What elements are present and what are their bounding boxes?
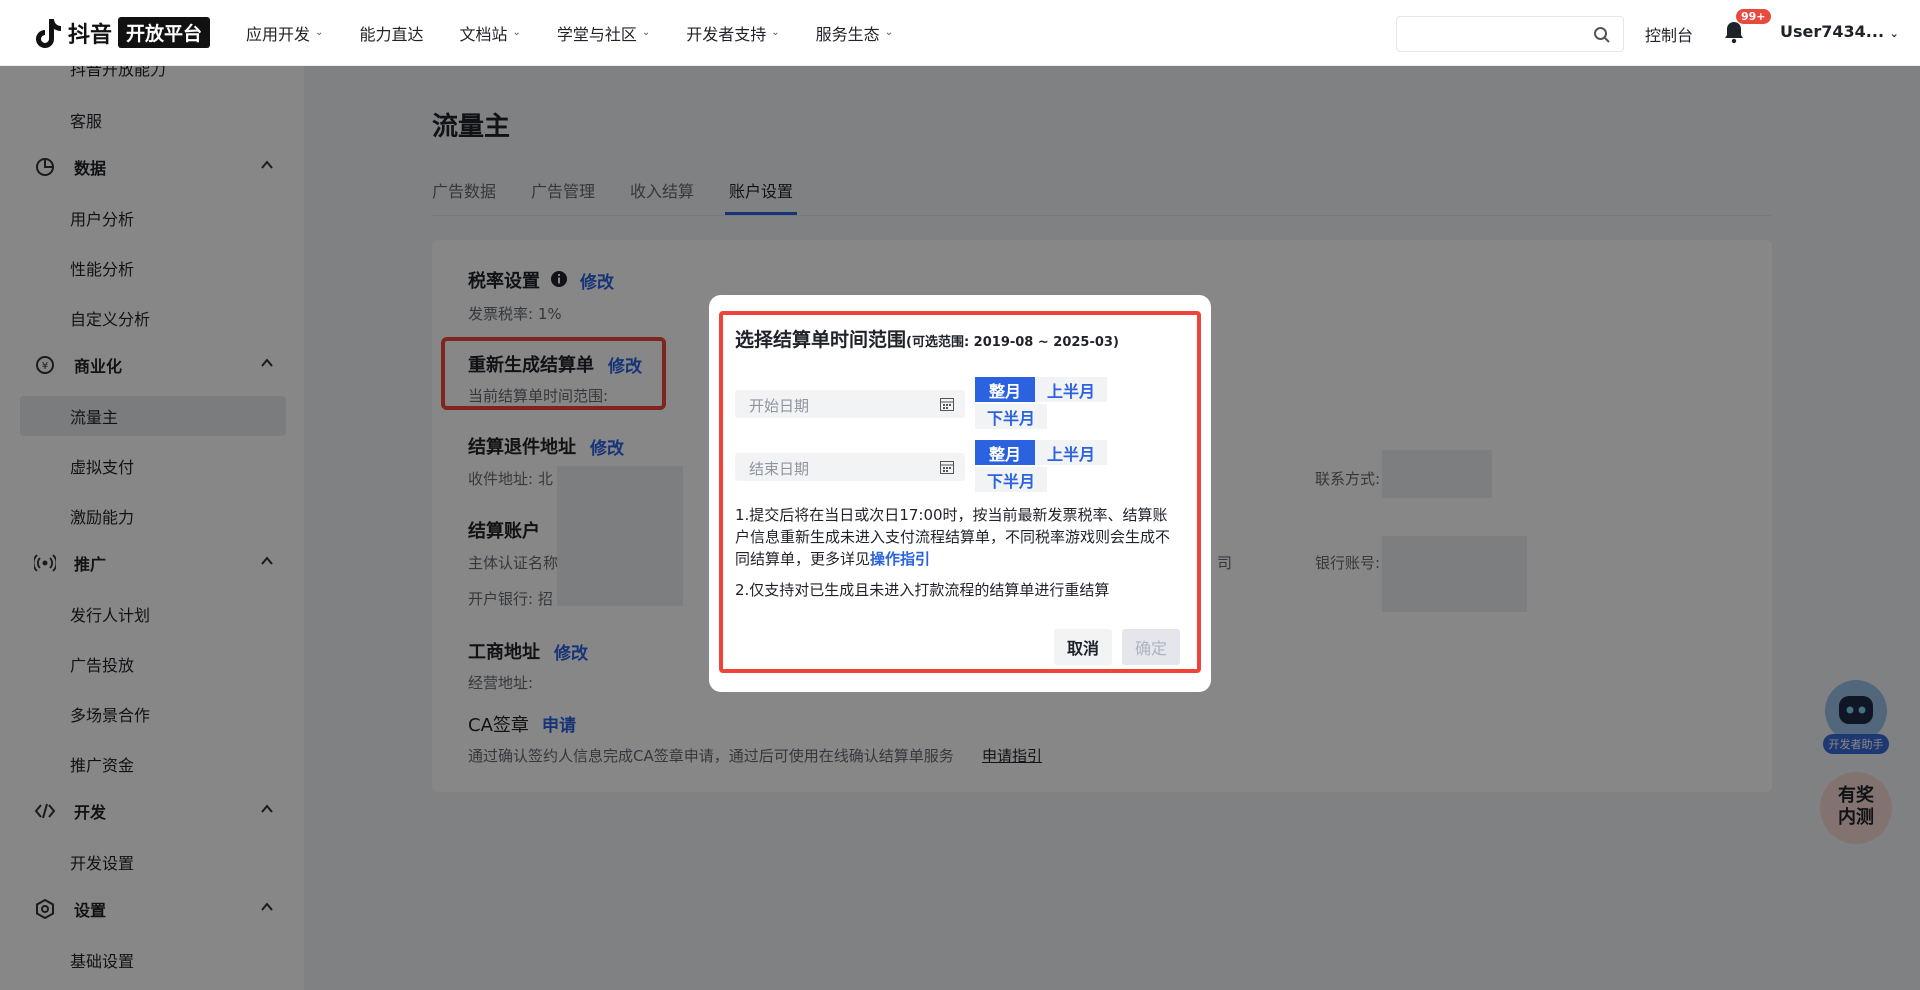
- chevron-down-icon: ⌄: [315, 27, 324, 38]
- nav-item-learn[interactable]: 学堂与社区 ⌄: [557, 21, 650, 45]
- note-1-text: 1.提交后将在当日或次日17:00时，按当前最新发票税率、结算账户信息重新生成未…: [735, 506, 1171, 568]
- logo-badge: 开放平台: [118, 17, 211, 48]
- cancel-button[interactable]: 取消: [1054, 629, 1112, 665]
- note-2: 2.仅支持对已生成且未进入打款流程的结算单进行重结算: [735, 581, 1110, 599]
- start-full-month-button[interactable]: 整月: [975, 377, 1035, 402]
- search-icon[interactable]: [1593, 26, 1611, 44]
- logo[interactable]: 抖音 开放平台: [34, 17, 211, 49]
- date-range-dialog: 选择结算单时间范围(可选范围: 2019-08 ~ 2025-03) 开始日期 …: [709, 295, 1211, 692]
- nav-item-support[interactable]: 开发者支持 ⌄: [686, 21, 779, 45]
- confirm-button[interactable]: 确定: [1122, 629, 1180, 665]
- note-1: 1.提交后将在当日或次日17:00时，按当前最新发票税率、结算账户信息重新生成未…: [735, 504, 1181, 570]
- console-link[interactable]: 控制台: [1645, 22, 1693, 46]
- chevron-down-icon: ⌄: [641, 27, 651, 38]
- user-menu[interactable]: User7434... ⌄: [1780, 22, 1899, 41]
- start-second-half-button[interactable]: 下半月: [975, 404, 1047, 429]
- operation-guide-link[interactable]: 操作指引: [870, 550, 930, 568]
- top-nav: 应用开发 ⌄ 能力直达 文档站 ⌄ 学堂与社区 ⌄ 开发者支持 ⌄ 服务生态 ⌄: [246, 21, 929, 45]
- user-name: User7434...: [1780, 22, 1885, 41]
- chevron-down-icon: ⌄: [1889, 27, 1899, 40]
- nav-label: 能力直达: [359, 24, 424, 44]
- highlight-box: [719, 311, 1201, 673]
- notification-badge: 99+: [1736, 9, 1771, 24]
- end-second-half-button[interactable]: 下半月: [975, 467, 1047, 492]
- calendar-icon: [940, 398, 954, 411]
- end-date-placeholder: 结束日期: [749, 460, 810, 478]
- chevron-down-icon: ⌄: [771, 27, 780, 38]
- nav-item-docs[interactable]: 文档站 ⌄: [459, 21, 520, 45]
- dialog-range-text: (可选范围: 2019-08 ~ 2025-03): [906, 335, 1119, 350]
- nav-label: 学堂与社区: [556, 24, 637, 44]
- calendar-icon: [940, 461, 954, 474]
- search-input[interactable]: [1396, 16, 1624, 52]
- top-header: 抖音 开放平台 应用开发 ⌄ 能力直达 文档站 ⌄ 学堂与社区 ⌄ 开发者支持 ⌄ 服务…: [0, 0, 1920, 66]
- chevron-down-icon: ⌄: [512, 27, 521, 38]
- dialog-title-text: 选择结算单时间范围: [735, 329, 907, 351]
- end-first-half-button[interactable]: 上半月: [1035, 440, 1107, 465]
- end-full-month-button[interactable]: 整月: [975, 440, 1035, 465]
- chevron-down-icon: ⌄: [884, 27, 894, 38]
- logo-text: 抖音: [68, 22, 113, 48]
- nav-item-app-dev[interactable]: 应用开发 ⌄: [246, 21, 323, 45]
- end-date-input[interactable]: 结束日期: [735, 453, 965, 481]
- nav-item-capability[interactable]: 能力直达: [359, 21, 423, 45]
- start-date-input[interactable]: 开始日期: [735, 390, 965, 418]
- dialog-title: 选择结算单时间范围(可选范围: 2019-08 ~ 2025-03): [735, 325, 1119, 352]
- douyin-logo-icon: [36, 18, 61, 48]
- nav-item-ecosystem[interactable]: 服务生态 ⌄: [816, 21, 893, 45]
- nav-label: 应用开发: [246, 24, 311, 44]
- nav-label: 服务生态: [815, 24, 880, 44]
- start-first-half-button[interactable]: 上半月: [1035, 377, 1107, 402]
- nav-label: 开发者支持: [686, 24, 767, 44]
- nav-label: 文档站: [459, 24, 508, 44]
- start-date-placeholder: 开始日期: [749, 397, 810, 415]
